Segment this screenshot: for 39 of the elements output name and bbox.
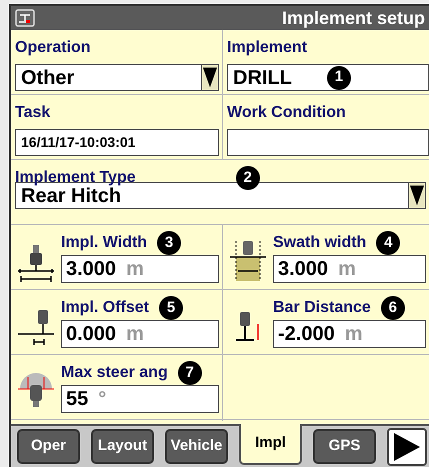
callout-number: 2: [236, 166, 260, 190]
field-label: Operation: [15, 38, 91, 58]
field-label: Bar Distance: [273, 298, 371, 318]
field-label: Implement: [227, 38, 308, 58]
callout-number: 7: [178, 361, 202, 385]
field-label: Impl. Offset: [61, 298, 150, 318]
text-field[interactable]: DRILL 1: [227, 64, 429, 91]
value-field[interactable]: 3.000 m: [61, 255, 219, 283]
tractor-width-icon: [16, 243, 56, 283]
dropdown-field[interactable]: Other: [15, 64, 219, 91]
tab[interactable]: Impl: [239, 424, 302, 465]
tab[interactable]: Layout: [91, 429, 154, 464]
window-title: Implement setup: [282, 6, 425, 30]
value-field[interactable]: 3.000 m: [273, 255, 426, 283]
tab[interactable]: Oper: [17, 429, 80, 464]
tab[interactable]: Vehicle: [165, 429, 228, 464]
field-label: Work Condition: [227, 103, 346, 123]
tab[interactable]: GPS: [313, 429, 376, 464]
text-field[interactable]: 16/11/17-10:03:01: [15, 129, 219, 156]
callout-number: 5: [159, 296, 184, 320]
tractor-icon: [15, 9, 35, 27]
dropdown-arrow-icon: [201, 65, 218, 90]
tractor-offset-icon: [16, 308, 56, 348]
field-label: Max steer ang: [61, 363, 168, 383]
callout-number: 6: [380, 296, 405, 320]
text-field[interactable]: [227, 129, 429, 156]
callout-number: 1: [326, 66, 351, 90]
value-field[interactable]: 55 °: [61, 385, 219, 413]
callout-number: 4: [376, 231, 400, 255]
dropdown-arrow-icon: [408, 183, 425, 208]
play-icon: [392, 432, 422, 462]
callout-number: 3: [157, 231, 182, 255]
next-arrow-button[interactable]: [387, 428, 427, 466]
swath-width-icon: [228, 239, 268, 283]
field-label: Swath width: [273, 233, 366, 253]
value-field[interactable]: 0.000 m: [61, 320, 219, 348]
field-label: Task: [15, 103, 50, 123]
field-label: Impl. Width: [61, 233, 148, 253]
value-field[interactable]: -2.000 m: [273, 320, 426, 348]
